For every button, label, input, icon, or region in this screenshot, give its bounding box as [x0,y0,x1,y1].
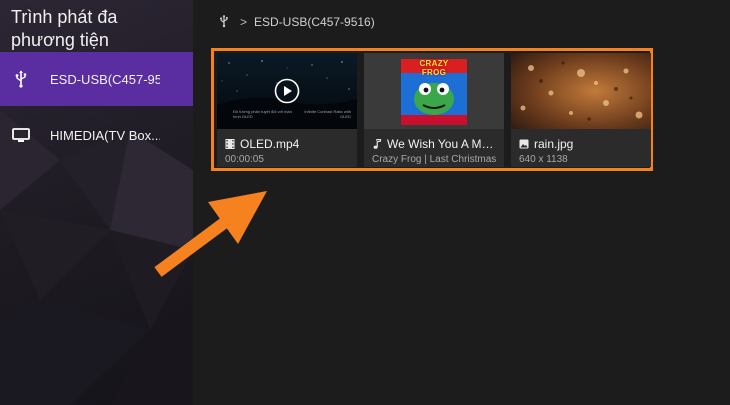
usb-icon [219,14,229,31]
sidebar-item-esd-usb[interactable]: ESD-USB(C457-9516) [0,52,193,106]
image-thumbnail [511,53,651,129]
breadcrumb-separator: > [240,15,248,29]
album-cover-text: CRAZY FROG [419,59,449,77]
breadcrumb-path[interactable]: ESD-USB(C457-9516) [254,15,375,29]
play-icon[interactable] [274,78,300,104]
file-card-video[interactable]: Độ tương phản tuyệt đối với màn hình OLE… [217,53,357,167]
file-card-image[interactable]: rain.jpg 640 x 1138 [511,53,651,167]
monitor-icon [12,126,30,144]
app-title: Trình phát đa phương tiện [11,7,118,50]
thumbnail-caption: Infinite Contrast Ratio with OLED [304,109,351,119]
video-thumbnail: Độ tương phản tuyệt đối với màn hình OLE… [217,53,357,129]
file-name: We Wish You A Merry Christmas [387,137,500,151]
sidebar-item-label: HIMEDIA(TV Box... [50,127,160,143]
file-dimensions: 640 x 1138 [519,154,568,165]
music-note-icon [373,139,382,149]
file-duration: 00:00:05 [225,154,264,165]
file-card-music[interactable]: CRAZY FROG We Wish You A Merry Christmas… [364,53,504,167]
thumbnail-caption: Độ tương phản tuyệt đối với màn hình OLE… [233,109,292,119]
video-file-icon [225,139,235,149]
image-file-icon [519,139,529,149]
album-cover: CRAZY FROG [364,53,504,129]
sidebar-item-himedia[interactable]: HIMEDIA(TV Box... [0,108,193,162]
file-name: rain.jpg [534,137,574,151]
breadcrumb: > ESD-USB(C457-9516) [219,13,375,31]
file-name: OLED.mp4 [240,137,300,151]
file-artist: Crazy Frog | Last Christmas [372,154,497,165]
usb-icon [12,70,30,88]
sidebar-item-label: ESD-USB(C457-9516) [50,71,160,87]
annotation-arrow-icon [154,191,267,277]
